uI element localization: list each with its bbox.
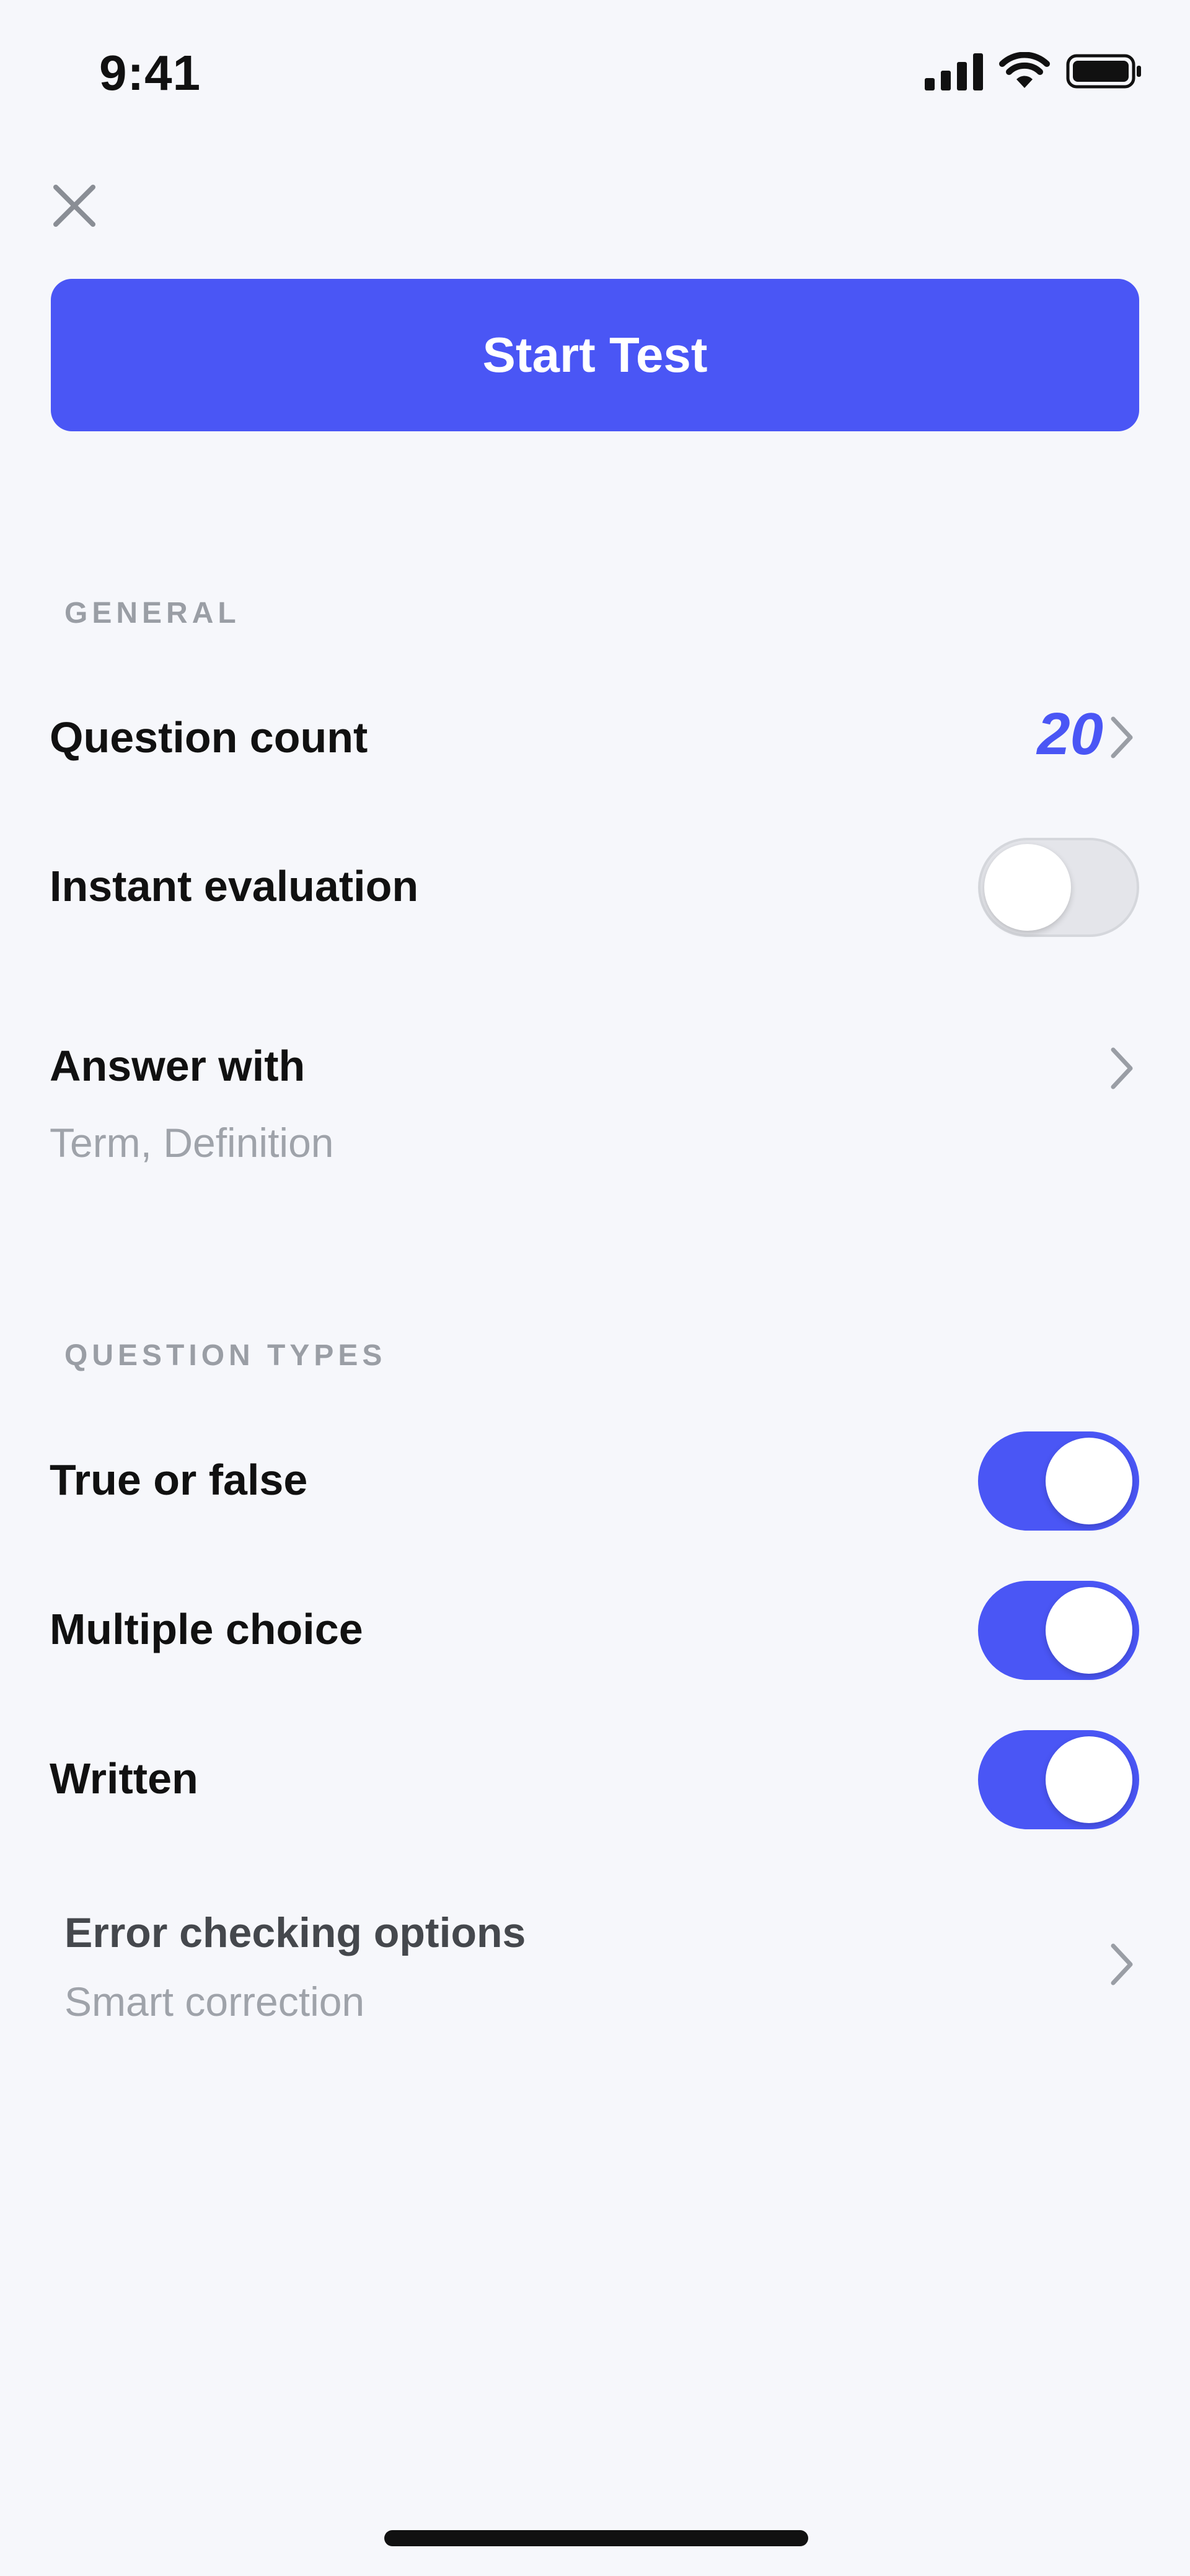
written-label: Written xyxy=(50,1754,198,1803)
chevron-right-icon xyxy=(1103,1940,1140,1989)
error-checking-row[interactable]: Error checking options Smart correction xyxy=(0,1896,1190,2033)
error-checking-label: Error checking options xyxy=(64,1909,526,1956)
toggle-knob xyxy=(984,844,1071,931)
start-test-button[interactable]: Start Test xyxy=(51,279,1139,431)
toggle-knob xyxy=(1046,1587,1132,1674)
battery-icon xyxy=(1066,52,1143,90)
question-count-label: Question count xyxy=(50,713,368,762)
status-bar: 9:41 xyxy=(0,0,1190,149)
true-false-row: True or false xyxy=(0,1430,1190,1536)
section-header-question-types: QUESTION TYPES xyxy=(64,1339,387,1372)
close-button[interactable] xyxy=(50,181,99,231)
answer-with-label: Answer with xyxy=(50,1042,306,1090)
close-icon xyxy=(53,185,95,227)
multiple-choice-label: Multiple choice xyxy=(50,1605,363,1653)
chevron-right-icon xyxy=(1103,1044,1140,1093)
instant-evaluation-label: Instant evaluation xyxy=(50,862,419,910)
multiple-choice-toggle[interactable] xyxy=(978,1581,1139,1680)
written-row: Written xyxy=(0,1729,1190,1834)
question-count-value: 20 xyxy=(1037,701,1103,767)
question-count-row[interactable]: Question count 20 xyxy=(0,700,1190,775)
toggle-knob xyxy=(1046,1438,1132,1524)
error-checking-value: Smart correction xyxy=(64,1979,365,2024)
status-icons xyxy=(925,52,1143,90)
instant-evaluation-toggle[interactable] xyxy=(978,838,1139,937)
chevron-right-icon xyxy=(1103,713,1140,762)
answer-with-row[interactable]: Answer with Term, Definition xyxy=(0,1035,1190,1177)
signal-icon xyxy=(925,52,983,90)
section-header-general: GENERAL xyxy=(64,597,240,630)
toggle-knob xyxy=(1046,1736,1132,1823)
answer-with-value: Term, Definition xyxy=(50,1120,334,1166)
multiple-choice-row: Multiple choice xyxy=(0,1580,1190,1685)
instant-evaluation-row: Instant evaluation xyxy=(0,837,1190,942)
status-time: 9:41 xyxy=(99,45,201,100)
true-false-toggle[interactable] xyxy=(978,1431,1139,1531)
written-toggle[interactable] xyxy=(978,1730,1139,1829)
true-false-label: True or false xyxy=(50,1456,308,1504)
test-settings-screen: 9:41 Start Test GENERAL Question count 2… xyxy=(0,0,1190,2576)
home-indicator xyxy=(384,2530,808,2546)
wifi-icon xyxy=(999,52,1050,90)
